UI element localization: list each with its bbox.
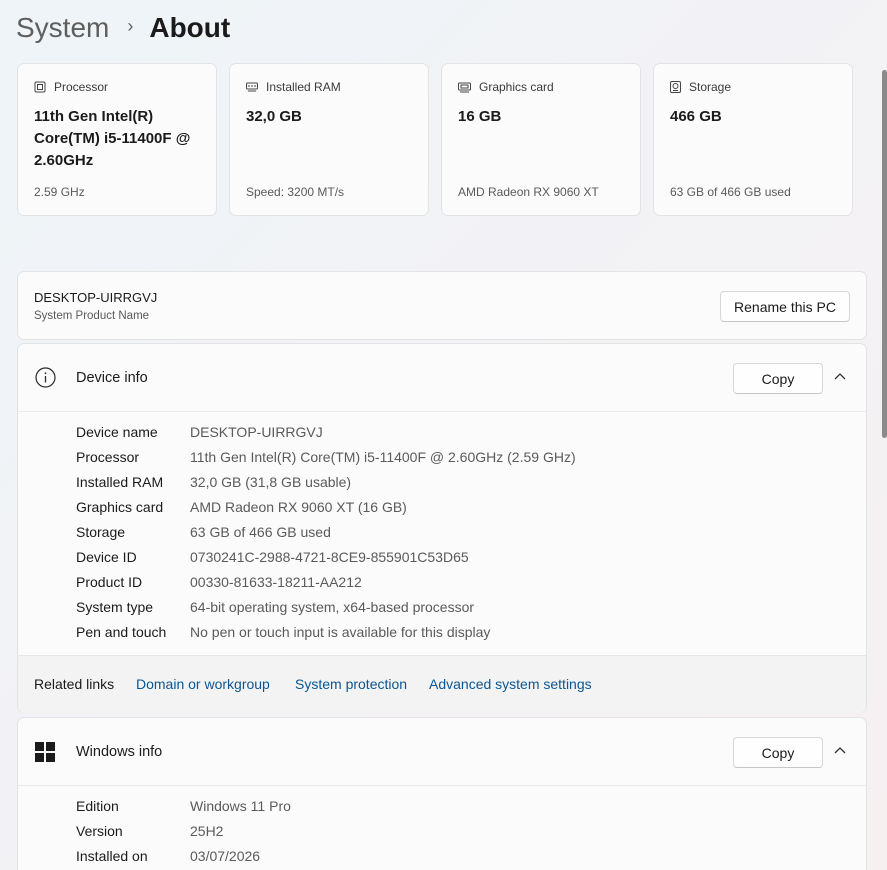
link-system-protection[interactable]: System protection	[295, 676, 407, 692]
ram-icon	[246, 82, 258, 92]
info-label: Version	[76, 823, 123, 839]
info-label: Storage	[76, 524, 126, 540]
spec-card-processor: Processor 11th Gen Intel(R) Core(TM) i5-…	[17, 63, 217, 216]
chevron-up-icon[interactable]	[834, 372, 846, 380]
graphics-card-icon	[458, 82, 471, 92]
processor-icon	[34, 81, 46, 93]
info-label: Graphics card	[76, 499, 164, 515]
storage-icon	[670, 81, 681, 93]
related-links-title: Related links	[34, 676, 115, 692]
info-label: System type	[76, 599, 154, 615]
spec-card-storage: Storage 466 GB 63 GB of 466 GB used	[653, 63, 853, 216]
spec-card-title: Graphics card	[479, 80, 554, 94]
info-value: 0730241C-2988-4721-8CE9-855901C53D65	[190, 549, 469, 565]
info-value: 11th Gen Intel(R) Core(TM) i5-11400F @ 2…	[190, 449, 576, 465]
info-row-device-id: Device ID 0730241C-2988-4721-8CE9-855901…	[76, 549, 469, 574]
spec-card-title: Storage	[689, 80, 732, 94]
info-icon	[35, 367, 56, 388]
windows-logo-icon	[35, 742, 55, 762]
info-row-installed-ram: Installed RAM 32,0 GB (31,8 GB usable)	[76, 474, 351, 499]
info-value: 64-bit operating system, x64-based proce…	[190, 599, 475, 615]
info-value: 00330-81633-18211-AA212	[190, 574, 362, 590]
breadcrumb-system[interactable]: System	[16, 12, 109, 44]
info-row-edition: Edition Windows 11 Pro	[76, 798, 291, 823]
info-value: 25H2	[190, 823, 224, 839]
spec-card-ram: Installed RAM 32,0 GB Speed: 3200 MT/s	[229, 63, 429, 216]
info-label: Installed RAM	[76, 474, 164, 490]
device-info-copy-button[interactable]: Copy	[733, 363, 823, 394]
device-info-header[interactable]: Device info Copy	[18, 344, 866, 412]
related-links-bar: Related links Domain or workgroup System…	[18, 655, 866, 713]
spec-card-sub: 2.59 GHz	[34, 185, 85, 199]
windows-info-copy-button[interactable]: Copy	[733, 737, 823, 768]
info-label: Pen and touch	[76, 624, 167, 640]
scrollbar-thumb[interactable]	[882, 70, 887, 438]
pc-subtitle: System Product Name	[34, 310, 150, 322]
rename-pc-button[interactable]: Rename this PC	[720, 291, 850, 322]
spec-card-graphics: Graphics card 16 GB AMD Radeon RX 9060 X…	[441, 63, 641, 216]
info-value: No pen or touch input is available for t…	[190, 624, 491, 640]
info-row-installed-on: Installed on 03/07/2026	[76, 848, 260, 870]
info-value: 32,0 GB (31,8 GB usable)	[190, 474, 352, 490]
device-info-panel: Device info Copy Device name DESKTOP-UIR…	[17, 343, 867, 713]
info-value: AMD Radeon RX 9060 XT (16 GB)	[190, 499, 407, 515]
spec-card-sub: 63 GB of 466 GB used	[670, 185, 791, 199]
info-row-version: Version 25H2	[76, 823, 223, 848]
spec-card-value: 11th Gen Intel(R) Core(TM) i5-11400F @ 2…	[34, 108, 191, 169]
info-label: Processor	[76, 449, 140, 465]
windows-info-panel: Windows info Copy Edition Windows 11 Pro…	[17, 717, 867, 870]
info-row-pen-touch: Pen and touch No pen or touch input is a…	[76, 624, 490, 649]
info-value: Windows 11 Pro	[190, 798, 291, 814]
spec-card-title: Processor	[54, 80, 109, 94]
info-value: 63 GB of 466 GB used	[190, 524, 331, 540]
info-value: 03/07/2026	[190, 848, 261, 864]
chevron-up-icon[interactable]	[834, 746, 846, 754]
pc-name: DESKTOP-UIRRGVJ	[34, 290, 158, 305]
info-value: DESKTOP-UIRRGVJ	[190, 424, 323, 440]
info-row-product-id: Product ID 00330-81633-18211-AA212	[76, 574, 362, 599]
device-info-title: Device info	[76, 370, 148, 386]
page-title: About	[149, 12, 231, 43]
info-row-storage: Storage 63 GB of 466 GB used	[76, 524, 331, 549]
windows-info-header[interactable]: Windows info Copy	[18, 718, 866, 786]
info-label: Product ID	[76, 574, 143, 590]
spec-card-value: 16 GB	[458, 108, 502, 125]
info-row-processor: Processor 11th Gen Intel(R) Core(TM) i5-…	[76, 449, 576, 474]
spec-card-title: Installed RAM	[266, 80, 341, 94]
pc-name-panel: DESKTOP-UIRRGVJ System Product Name Rena…	[17, 271, 867, 340]
breadcrumb-chevron-icon: ›	[127, 15, 134, 36]
spec-card-value: 32,0 GB	[246, 108, 302, 125]
breadcrumb: System › About	[16, 10, 230, 46]
spec-card-sub: Speed: 3200 MT/s	[246, 185, 345, 199]
spec-card-sub: AMD Radeon RX 9060 XT	[458, 185, 599, 199]
link-advanced-system-settings[interactable]: Advanced system settings	[429, 676, 592, 692]
windows-info-title: Windows info	[76, 744, 163, 760]
info-row-graphics-card: Graphics card AMD Radeon RX 9060 XT (16 …	[76, 499, 407, 524]
info-label: Device ID	[76, 549, 137, 565]
info-row-device-name: Device name DESKTOP-UIRRGVJ	[76, 424, 323, 449]
link-domain-workgroup[interactable]: Domain or workgroup	[136, 676, 270, 692]
info-label: Installed on	[76, 848, 148, 864]
info-label: Edition	[76, 798, 119, 814]
spec-card-value: 466 GB	[670, 108, 722, 125]
info-row-system-type: System type 64-bit operating system, x64…	[76, 599, 474, 624]
info-label: Device name	[76, 424, 158, 440]
